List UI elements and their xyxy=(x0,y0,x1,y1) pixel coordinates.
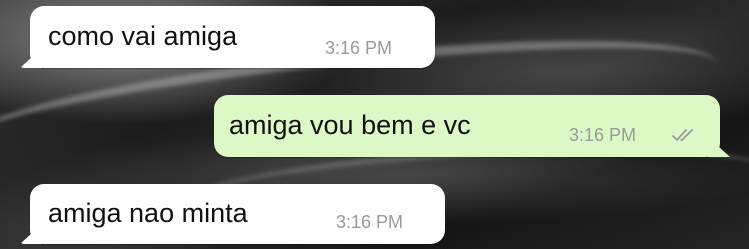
message-bubble-outgoing[interactable]: amiga vou bem e vc 3:16 PM xyxy=(214,95,730,157)
message-timestamp: 3:16 PM xyxy=(569,125,637,145)
message-bubble-incoming[interactable]: como vai amiga 3:16 PM xyxy=(20,6,435,68)
message-timestamp: 3:16 PM xyxy=(325,38,393,58)
message-timestamp: 3:16 PM xyxy=(336,212,404,232)
double-check-icon xyxy=(672,129,693,141)
message-text: amiga nao minta xyxy=(48,198,248,228)
message-text: como vai amiga xyxy=(48,21,238,51)
message-text: amiga vou bem e vc xyxy=(229,110,471,140)
message-bubble-incoming[interactable]: amiga nao minta 3:16 PM xyxy=(20,184,445,244)
